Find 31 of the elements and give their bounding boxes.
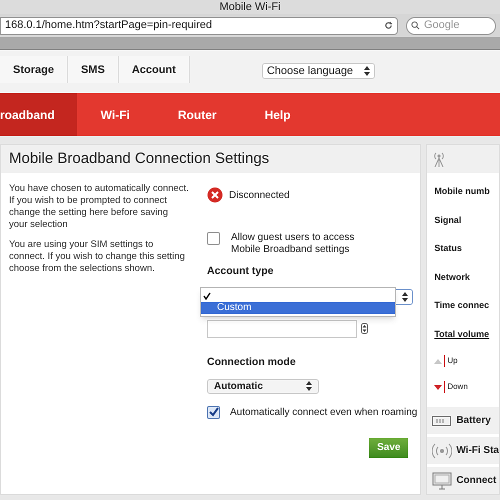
language-select[interactable]: Choose language bbox=[262, 63, 375, 80]
nav-item[interactable]: Wi-Fi bbox=[76, 93, 154, 136]
field-label: Connection mode bbox=[207, 354, 297, 370]
window-title: Mobile Wi-Fi bbox=[0, 0, 500, 14]
dropdown-option[interactable]: Custom bbox=[201, 302, 395, 314]
nav-item[interactable]: roadband bbox=[0, 93, 77, 136]
info-paragraph: You have chosen to automatically connect. If you wish to be prompted to connect change the setting here before saving your selection bbox=[9, 183, 189, 231]
connection-status: Disconnected bbox=[229, 188, 290, 202]
panel-title: Mobile Broadband Connection Settings bbox=[1, 145, 420, 173]
info-paragraph: You are using your SIM settings to connect. If you wish to change this setting choose from the selections shown. bbox=[9, 239, 186, 275]
status-label: Status bbox=[434, 242, 463, 255]
tab[interactable]: Storage bbox=[0, 56, 68, 84]
status-label: Network bbox=[434, 270, 471, 284]
checkbox-label: Allow guest users to access Mobile Broadband settings bbox=[231, 232, 356, 256]
tab[interactable]: Account bbox=[118, 56, 190, 84]
nav-item[interactable]: Help bbox=[240, 93, 315, 136]
status-section[interactable]: Connect bbox=[427, 467, 499, 494]
address-field[interactable]: 168.0.1/home.htm?startPage=pin-required bbox=[0, 16, 398, 35]
legend-label: Up bbox=[444, 355, 458, 367]
status-label: Total volume bbox=[434, 328, 490, 340]
tab[interactable]: SMS bbox=[68, 56, 119, 84]
status-label: Signal bbox=[434, 214, 462, 227]
field-label: Account type bbox=[207, 264, 275, 279]
legend-label: Down bbox=[444, 381, 468, 393]
status-section[interactable]: Wi-Fi Sta bbox=[427, 437, 499, 464]
checkbox-label: Automatically connect even when roaming bbox=[230, 406, 418, 420]
connection-mode-select[interactable]: Automatic bbox=[207, 378, 319, 394]
nav-item[interactable]: Router bbox=[154, 93, 241, 136]
status-label: Time connec bbox=[434, 299, 490, 312]
status-section[interactable]: Battery bbox=[427, 407, 499, 434]
status-label: Mobile numb bbox=[434, 185, 491, 198]
